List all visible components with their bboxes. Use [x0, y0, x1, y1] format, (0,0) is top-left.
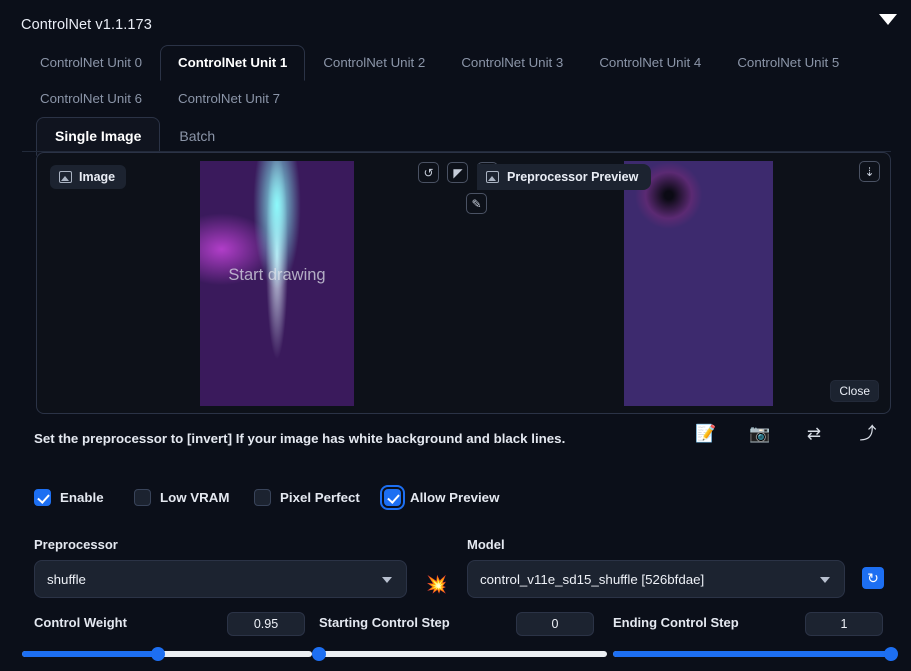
header: ControlNet v1.1.173 — [0, 0, 911, 40]
checkbox-low-vram[interactable]: Low VRAM — [134, 489, 254, 506]
preprocessor-hint: Set the preprocessor to [invert] If your… — [34, 431, 566, 446]
canvas-overlay-text: Start drawing — [228, 266, 326, 284]
image-tab-button[interactable]: Image — [50, 165, 127, 189]
tab-controlnet-unit-4[interactable]: ControlNet Unit 4 — [581, 45, 719, 81]
tab-controlnet-unit-1[interactable]: ControlNet Unit 1 — [160, 45, 306, 81]
tab-controlnet-unit-2[interactable]: ControlNet Unit 2 — [305, 45, 443, 81]
preprocessor-value: shuffle — [47, 571, 86, 587]
checkbox-pixel-perfect-label: Pixel Perfect — [280, 490, 360, 505]
image-icon — [486, 171, 499, 183]
slider-ending-step-value[interactable]: 1 — [805, 612, 883, 636]
slider-thumb[interactable] — [312, 647, 326, 661]
unit-tab-list: ControlNet Unit 0 ControlNet Unit 1 Cont… — [22, 45, 891, 117]
preprocessor-field: Preprocessor shuffle — [34, 537, 407, 598]
controlnet-panel: ControlNet v1.1.173 ControlNet Unit 0 Co… — [0, 0, 911, 671]
model-value: control_v11e_sd15_shuffle [526bfdae] — [480, 571, 705, 587]
slider-ending-step-label: Ending Control Step — [613, 615, 739, 630]
swap-icon[interactable]: ⇄ — [801, 421, 827, 447]
page-title: ControlNet v1.1.173 — [21, 17, 152, 33]
checkbox-pixel-perfect-box[interactable] — [254, 489, 271, 506]
model-select[interactable]: control_v11e_sd15_shuffle [526bfdae] — [467, 560, 845, 598]
slider-starting-step-value[interactable]: 0 — [516, 612, 594, 636]
brush-icon[interactable]: ✎ — [466, 193, 487, 214]
option-checkboxes: Enable Low VRAM Pixel Perfect Allow Prev… — [34, 485, 500, 510]
model-label: Model — [467, 537, 505, 552]
checkbox-low-vram-label: Low VRAM — [160, 490, 230, 505]
slider-starting-step[interactable] — [312, 647, 607, 661]
open-new-canvas-icon[interactable]: 📝 — [693, 421, 719, 447]
triangle-down-icon[interactable] — [879, 14, 897, 25]
chevron-down-icon — [820, 577, 830, 583]
download-icon[interactable]: ⇣ — [859, 161, 880, 182]
preprocessor-preview-text: Preprocessor Preview — [507, 170, 639, 184]
checkbox-allow-preview[interactable]: Allow Preview — [380, 485, 500, 510]
camera-icon[interactable]: 📷 — [747, 421, 773, 447]
slider-fill — [22, 651, 159, 657]
slider-thumb[interactable] — [151, 647, 166, 661]
tab-controlnet-unit-5[interactable]: ControlNet Unit 5 — [719, 45, 857, 81]
source-image[interactable]: Start drawing — [200, 161, 354, 406]
checkbox-enable-label: Enable — [60, 490, 104, 505]
slider-control-weight-value[interactable]: 0.95 — [227, 612, 305, 636]
preprocessor-preview-image[interactable] — [624, 161, 773, 406]
checkbox-allow-preview-label: Allow Preview — [410, 490, 500, 505]
image-tab-button-label: Image — [79, 170, 116, 184]
preprocessor-preview-label: Preprocessor Preview — [477, 164, 652, 190]
checkbox-low-vram-box[interactable] — [134, 489, 151, 506]
image-workspace: Image Start drawing ↺ ◤ ✕ ✎ Preprocessor… — [36, 152, 891, 414]
tab-controlnet-unit-0[interactable]: ControlNet Unit 0 — [22, 45, 160, 81]
slider-ending-step[interactable] — [613, 647, 898, 661]
checkbox-pixel-perfect[interactable]: Pixel Perfect — [254, 489, 384, 506]
refresh-models-button[interactable]: ↻ — [862, 567, 884, 589]
model-field: Model control_v11e_sd15_shuffle [526bfda… — [467, 537, 845, 598]
slider-track — [319, 651, 607, 657]
canvas-tools-secondary: ✎ — [466, 193, 491, 214]
slider-starting-step-label: Starting Control Step — [319, 615, 450, 630]
slider-control-weight[interactable] — [22, 647, 312, 661]
action-icon-row: 📝 📷 ⇄ ⤴ — [693, 421, 881, 447]
checkbox-enable-box[interactable] — [34, 489, 51, 506]
close-button[interactable]: Close — [830, 380, 879, 402]
undo-icon[interactable]: ↺ — [418, 162, 439, 183]
slider-fill — [613, 651, 891, 657]
checkbox-allow-preview-box[interactable] — [380, 485, 405, 510]
eraser-icon[interactable]: ◤ — [447, 162, 469, 183]
tab-controlnet-unit-3[interactable]: ControlNet Unit 3 — [443, 45, 581, 81]
chevron-down-icon — [382, 577, 392, 583]
slider-thumb[interactable] — [884, 647, 898, 661]
preprocessor-select[interactable]: shuffle — [34, 560, 407, 598]
send-to-icon[interactable]: ⤴ — [855, 421, 881, 447]
preprocessor-label: Preprocessor — [34, 537, 118, 552]
checkbox-enable[interactable]: Enable — [34, 489, 134, 506]
run-preprocessor-button[interactable]: 💥 — [426, 575, 447, 595]
unit-panel: Single Image Batch Image Start drawing ↺… — [22, 109, 898, 661]
slider-control-weight-label: Control Weight — [34, 615, 127, 630]
image-icon — [59, 171, 72, 183]
